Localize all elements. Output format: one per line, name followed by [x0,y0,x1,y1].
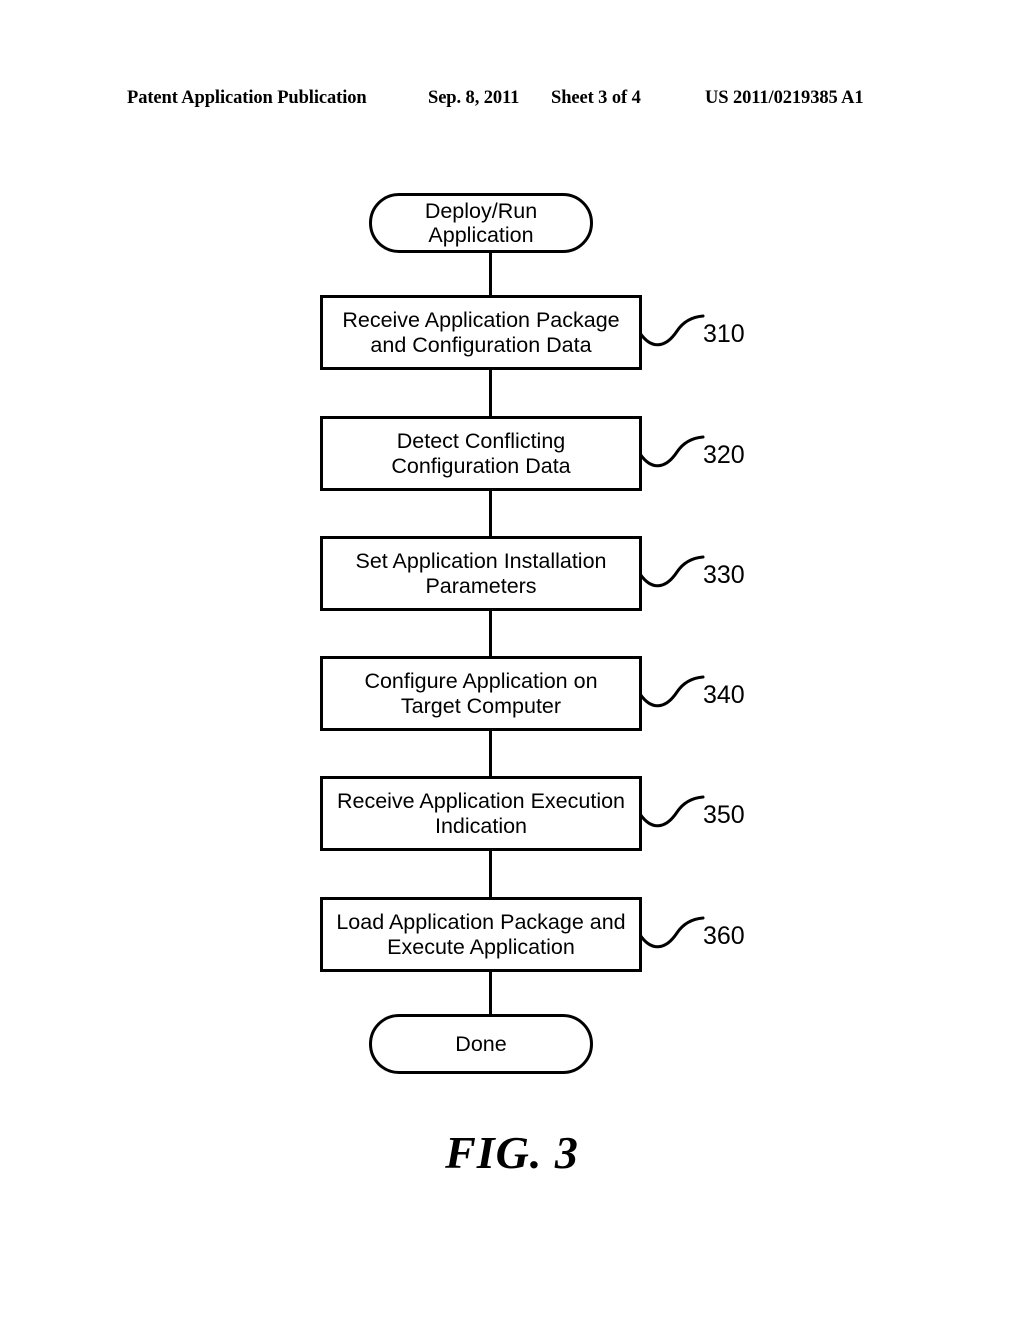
leader-line-330 [639,550,711,596]
flow-node-320-label: Detect Conflicting Configuration Data [391,429,571,478]
flow-node-start-label: Deploy/Run Application [424,198,538,248]
reference-number-360: 360 [703,922,745,950]
reference-number-340: 340 [703,681,745,709]
reference-number-320: 320 [703,441,745,469]
flowchart-diagram: Deploy/Run Application Receive Applicati… [0,0,1024,1320]
flow-node-360: Load Application Package and Execute App… [320,897,642,972]
flow-node-done: Done [369,1014,593,1074]
flow-node-340: Configure Application on Target Computer [320,656,642,731]
leader-line-360 [639,911,711,957]
connector-320-to-330 [489,490,492,537]
leader-line-340 [639,670,711,716]
flow-node-350: Receive Application Execution Indication [320,776,642,851]
flow-node-330-label: Set Application Installation Parameters [355,549,607,598]
flow-node-start: Deploy/Run Application [369,193,593,253]
flow-node-320: Detect Conflicting Configuration Data [320,416,642,491]
reference-number-350: 350 [703,801,745,829]
connector-start-to-310 [489,252,492,296]
connector-350-to-360 [489,850,492,898]
figure-caption: FIG. 3 [445,1127,579,1178]
connector-360-to-done [489,971,492,1015]
flow-node-310: Receive Application Package and Configur… [320,295,642,370]
flow-node-350-label: Receive Application Execution Indication [336,789,626,838]
flow-node-340-label: Configure Application on Target Computer [364,669,598,718]
connector-340-to-350 [489,730,492,777]
connector-330-to-340 [489,610,492,657]
leader-line-350 [639,790,711,836]
flow-node-310-label: Receive Application Package and Configur… [342,308,620,357]
connector-310-to-320 [489,369,492,417]
reference-number-330: 330 [703,561,745,589]
leader-line-310 [639,309,711,355]
flow-node-330: Set Application Installation Parameters [320,536,642,611]
leader-line-320 [639,430,711,476]
flow-node-done-label: Done [455,1031,507,1056]
reference-number-310: 310 [703,320,745,348]
flow-node-360-label: Load Application Package and Execute App… [336,910,626,959]
